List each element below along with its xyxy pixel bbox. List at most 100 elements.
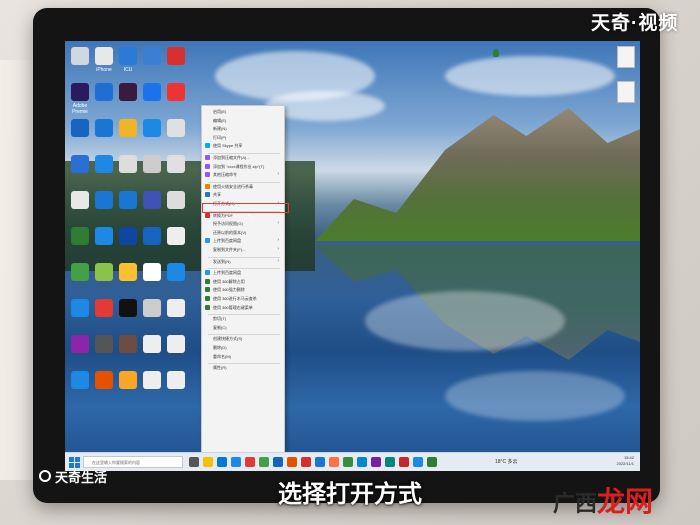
context-menu-item[interactable]: 启用(E): [204, 109, 280, 115]
desktop-app-icon[interactable]: [71, 335, 89, 353]
context-menu-item[interactable]: 剪切(T): [204, 316, 280, 322]
desktop-app-icon[interactable]: [119, 299, 137, 317]
desktop-app-icon[interactable]: [167, 83, 185, 101]
taskbar-app-icon[interactable]: [427, 457, 437, 467]
desktop-app-icon[interactable]: [95, 83, 113, 101]
desktop-app-icon[interactable]: [167, 191, 185, 209]
taskbar-app-icon[interactable]: [357, 457, 367, 467]
context-menu-item[interactable]: 重命名(M): [204, 354, 280, 360]
context-menu-item[interactable]: 添加到 "xxxx课程作业.zip"(T): [204, 163, 280, 170]
desktop-app-icon[interactable]: [119, 263, 137, 281]
taskbar-app-icon[interactable]: [371, 457, 381, 467]
context-menu-item[interactable]: 使用 360管理右键菜单: [204, 304, 280, 311]
context-menu-item[interactable]: 打印(P): [204, 135, 280, 141]
desktop-file-icon[interactable]: [617, 46, 635, 68]
desktop-app-icon[interactable]: [119, 371, 137, 389]
desktop-app-icon[interactable]: [71, 47, 89, 65]
desktop-app-icon[interactable]: [143, 299, 161, 317]
context-menu-item[interactable]: 删除(D): [204, 345, 280, 351]
context-menu-item[interactable]: 上传到百度网盘 ›: [204, 237, 280, 244]
context-menu-item[interactable]: 授予访问权限(G) ›: [204, 220, 280, 227]
context-menu-item[interactable]: 其他压缩命令 ›: [204, 171, 280, 178]
desktop-app-icon[interactable]: [167, 47, 185, 65]
desktop-app-icon[interactable]: [143, 227, 161, 245]
desktop-app-icon[interactable]: [95, 299, 113, 317]
context-menu-item[interactable]: 上传到百度网盘: [204, 270, 280, 276]
context-menu-item[interactable]: 属性(R): [204, 365, 280, 371]
desktop-app-icon[interactable]: [119, 47, 137, 65]
context-menu-item[interactable]: 共享: [204, 192, 280, 198]
context-menu-item[interactable]: 使用 Skype 共享: [204, 143, 280, 149]
desktop-app-icon[interactable]: [167, 299, 185, 317]
desktop-app-icon[interactable]: [119, 119, 137, 137]
desktop-app-icon[interactable]: [71, 155, 89, 173]
context-menu-item[interactable]: 使用火绒安全进行杀毒: [204, 183, 280, 190]
desktop-app-icon[interactable]: [143, 335, 161, 353]
desktop-app-icon[interactable]: [167, 371, 185, 389]
desktop-app-icon[interactable]: [143, 155, 161, 173]
desktop-app-icon[interactable]: [95, 191, 113, 209]
desktop-app-icon[interactable]: [143, 371, 161, 389]
desktop-app-icon[interactable]: [143, 263, 161, 281]
desktop-app-icon[interactable]: [167, 119, 185, 137]
desktop-app-icon[interactable]: [71, 227, 89, 245]
context-menu-item[interactable]: 复制(C): [204, 325, 280, 331]
desktop-screen[interactable]: iPhone ICU Adobe Premie 启用(E) 编辑(E) 新建(N) 打印(…: [65, 41, 640, 471]
context-menu-item[interactable]: 发送到(N) ›: [204, 258, 280, 265]
desktop-app-icon[interactable]: [119, 191, 137, 209]
desktop-app-icon[interactable]: [119, 83, 137, 101]
desktop-app-icon[interactable]: [71, 83, 89, 101]
taskbar-app-icon[interactable]: [399, 457, 409, 467]
taskbar-app-icon[interactable]: [413, 457, 423, 467]
desktop-app-icon[interactable]: [95, 47, 113, 65]
task-view-icon[interactable]: [189, 457, 199, 467]
taskbar-app-icon[interactable]: [245, 457, 255, 467]
desktop-app-icon[interactable]: [95, 155, 113, 173]
context-menu-item[interactable]: 转换为PDF: [204, 212, 280, 219]
taskbar-app-icon[interactable]: [287, 457, 297, 467]
taskbar-app-icon[interactable]: [329, 457, 339, 467]
desktop-app-icon[interactable]: [167, 335, 185, 353]
desktop-app-icon[interactable]: [95, 335, 113, 353]
taskbar-app-icon[interactable]: [273, 457, 283, 467]
taskbar-app-icon[interactable]: [231, 457, 241, 467]
desktop-app-icon[interactable]: [95, 263, 113, 281]
desktop-app-icon[interactable]: [143, 83, 161, 101]
desktop-app-icon[interactable]: [167, 263, 185, 281]
desktop-app-icon[interactable]: [95, 119, 113, 137]
context-menu-item[interactable]: 新建(N): [204, 126, 280, 132]
file-explorer-icon[interactable]: [203, 457, 213, 467]
context-menu-item[interactable]: 使用 360强力删除: [204, 287, 280, 293]
desktop-app-icon[interactable]: [71, 119, 89, 137]
desktop-app-icon[interactable]: [71, 299, 89, 317]
desktop-app-icon[interactable]: [119, 335, 137, 353]
desktop-app-icon[interactable]: [143, 47, 161, 65]
context-menu-item[interactable]: 编辑(E): [204, 118, 280, 124]
taskbar-app-icon[interactable]: [315, 457, 325, 467]
context-menu-item[interactable]: 添加到压缩文件(A)...: [204, 155, 280, 161]
desktop-file-icon[interactable]: [617, 81, 635, 103]
weather-indicator[interactable]: 18°C 多云: [495, 458, 518, 465]
desktop-app-icon[interactable]: [143, 191, 161, 209]
taskbar-app-icon[interactable]: [259, 457, 269, 467]
context-menu-item[interactable]: 使用 360进行木马云查杀: [204, 296, 280, 302]
desktop-app-icon[interactable]: [71, 263, 89, 281]
system-clock[interactable]: 15:42 2022/11/1: [617, 455, 635, 467]
desktop-app-icon[interactable]: [95, 227, 113, 245]
context-menu-item[interactable]: 使用 360解除占用: [204, 278, 280, 285]
taskbar-app-icon[interactable]: [301, 457, 311, 467]
desktop-app-icon[interactable]: [119, 155, 137, 173]
desktop-app-icon[interactable]: [167, 227, 185, 245]
taskbar-app-icon[interactable]: [343, 457, 353, 467]
desktop-app-icon[interactable]: [95, 371, 113, 389]
context-menu-item[interactable]: 创建快捷方式(S): [204, 336, 280, 342]
desktop-app-icon[interactable]: [167, 155, 185, 173]
desktop-app-icon[interactable]: [143, 119, 161, 137]
desktop-app-icon[interactable]: [119, 227, 137, 245]
context-menu-item[interactable]: 还原以前的版本(V): [204, 230, 280, 236]
edge-icon[interactable]: [217, 457, 227, 467]
desktop-app-icon[interactable]: [71, 191, 89, 209]
desktop-app-icon[interactable]: [71, 371, 89, 389]
context-menu-item[interactable]: 复制到文件夹(F)... ›: [204, 246, 280, 253]
taskbar-app-icon[interactable]: [385, 457, 395, 467]
